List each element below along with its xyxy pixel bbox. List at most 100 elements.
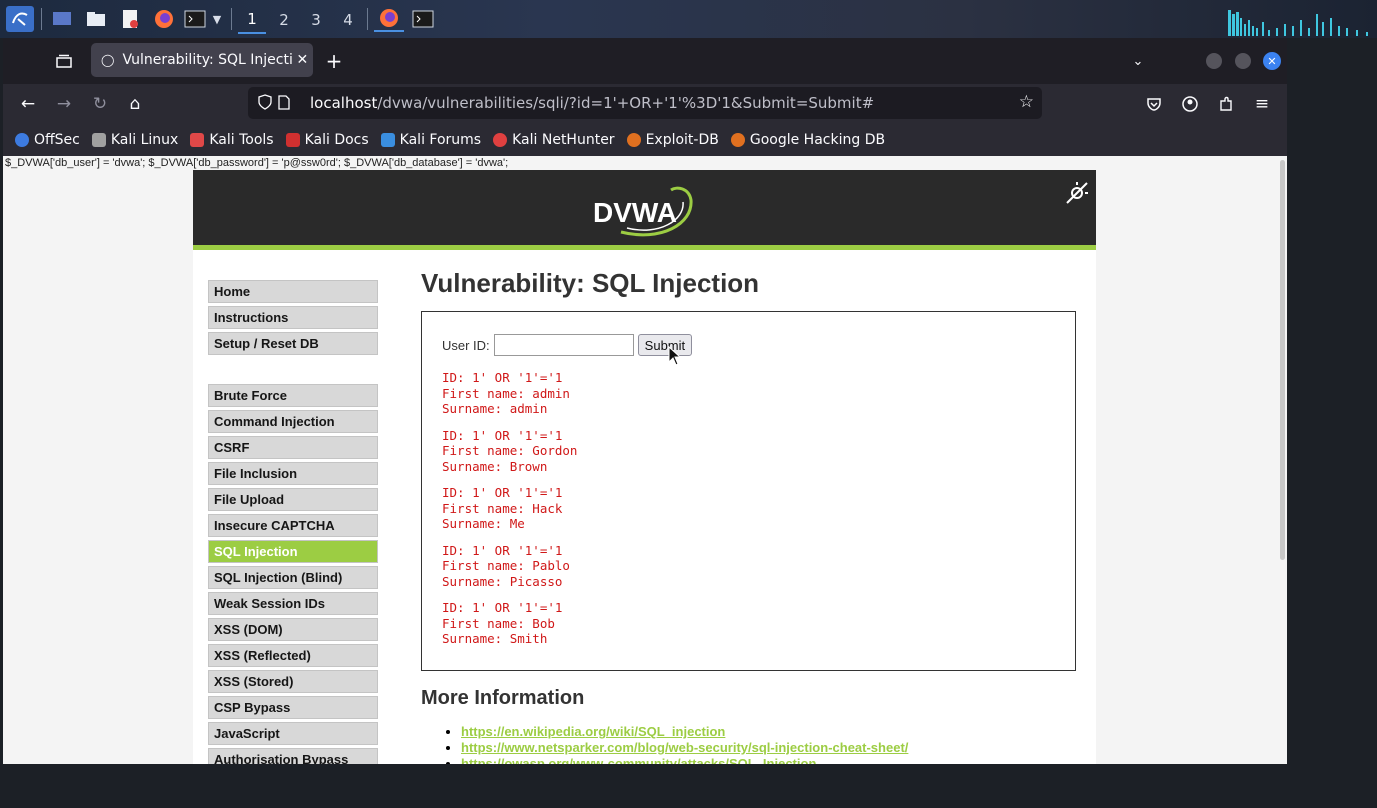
dvwa-container: DVWA Home Instructions Setup / Reset DB Bru… (193, 170, 1096, 764)
bookmark-star-icon[interactable]: ☆ (1019, 92, 1034, 112)
bookmark-kali-tools[interactable]: Kali Tools (190, 132, 274, 148)
mouse-cursor-icon (668, 346, 682, 366)
result-first: First name: Pablo (442, 558, 570, 573)
text-editor-icon[interactable] (118, 6, 142, 32)
close-tab-icon[interactable]: ✕ (296, 52, 308, 68)
kali-tools-icon (190, 133, 205, 147)
pocket-icon[interactable] (1141, 91, 1167, 117)
list-tabs-chevron-icon[interactable]: ⌄ (1125, 48, 1151, 74)
menu-item-file-inclusion[interactable]: File Inclusion (208, 462, 378, 485)
menu-item-brute-force[interactable]: Brute Force (208, 384, 378, 407)
firefox-icon[interactable] (152, 6, 176, 32)
menu-item-javascript[interactable]: JavaScript (208, 722, 378, 745)
menu-item-sql-injection[interactable]: SQL Injection (208, 540, 378, 563)
chevron-down-icon[interactable]: ▼ (209, 6, 225, 32)
bookmark-kali-forums[interactable]: Kali Forums (380, 132, 481, 148)
dvwa-menu: Home Instructions Setup / Reset DB Brute Fo… (208, 280, 380, 764)
taskbar: ▼ 1 2 3 4 (0, 0, 1377, 38)
vulnerable-code-area: User ID: Submit ID: 1' OR '1'='1 First na… (421, 311, 1076, 671)
forward-icon[interactable]: → (51, 91, 77, 117)
extensions-icon[interactable] (1213, 91, 1239, 117)
menu-item-sql-injection-blind[interactable]: SQL Injection (Blind) (208, 566, 378, 589)
menu-item-csrf[interactable]: CSRF (208, 436, 378, 459)
bookmark-kali-nethunter[interactable]: Kali NetHunter (493, 132, 615, 148)
result-surname: Surname: Picasso (442, 573, 563, 589)
terminal-icon[interactable] (182, 6, 208, 32)
theme-toggle-icon[interactable] (1064, 180, 1090, 212)
menu-icon[interactable]: ≡ (1249, 91, 1275, 117)
new-tab-icon[interactable]: + (321, 48, 347, 74)
menu-item-weak-session-ids[interactable]: Weak Session IDs (208, 592, 378, 615)
terminal-window-icon[interactable] (410, 6, 436, 32)
menu-item-xss-reflected[interactable]: XSS (Reflected) (208, 644, 378, 667)
bookmark-google-hacking-db[interactable]: Google Hacking DB (730, 132, 885, 148)
bookmark-kali-linux[interactable]: Kali Linux (91, 132, 178, 148)
workspace-3[interactable]: 3 (302, 6, 330, 34)
result-id: ID: 1' OR '1'='1 (442, 370, 563, 385)
taskbar-separator (231, 8, 232, 30)
more-info-item: https://owasp.org/www-community/attacks/… (461, 756, 1081, 764)
home-icon[interactable]: ⌂ (122, 91, 148, 117)
offsec-icon (15, 133, 29, 147)
workspace-4[interactable]: 4 (334, 6, 362, 34)
menu-item-authorisation-bypass[interactable]: Authorisation Bypass (208, 748, 378, 764)
nav-bar: ← → ↻ ⌂ localhost/dvwa/vulnerabilities/s… (3, 84, 1287, 124)
menu-item-insecure-captcha[interactable]: Insecure CAPTCHA (208, 514, 378, 537)
menu-item-instructions[interactable]: Instructions (208, 306, 378, 329)
workspace-1[interactable]: 1 (238, 6, 266, 34)
menu-item-xss-stored[interactable]: XSS (Stored) (208, 670, 378, 693)
more-info-link[interactable]: https://owasp.org/www-community/attacks/… (461, 756, 816, 764)
bookmark-offsec[interactable]: OffSec (15, 132, 80, 148)
result-record: ID: 1' OR '1'='1 First name: admin Surname… (442, 370, 1055, 417)
kali-forums-icon (380, 133, 395, 147)
result-surname: Surname: Smith (442, 631, 548, 646)
workspace-2[interactable]: 2 (270, 6, 298, 34)
menu-item-xss-dom[interactable]: XSS (DOM) (208, 618, 378, 641)
tab-sql-injection[interactable]: ◯ Vulnerability: SQL Injectio ✕ (91, 43, 313, 77)
more-info-title: More Information (421, 687, 585, 709)
shield-icon[interactable] (258, 94, 272, 114)
submit-button[interactable]: Submit (637, 334, 693, 356)
menu-item-csp-bypass[interactable]: CSP Bypass (208, 696, 378, 719)
close-window-icon[interactable]: ✕ (1263, 52, 1281, 70)
maximize-icon[interactable] (1235, 53, 1251, 69)
result-first: First name: Bob (442, 615, 555, 631)
loading-icon: ◯ (101, 53, 115, 67)
minimize-icon[interactable] (1206, 53, 1222, 69)
result-first: First name: Hack (442, 500, 563, 516)
file-manager-icon[interactable] (84, 6, 108, 32)
url-bar[interactable]: localhost/dvwa/vulnerabilities/sqli/?id=… (248, 87, 1042, 119)
back-icon[interactable]: ← (15, 91, 41, 117)
firefox-window-icon[interactable] (374, 6, 404, 32)
user-id-input[interactable] (493, 334, 634, 356)
page-title: Vulnerability: SQL Injection (421, 268, 760, 298)
result-surname: Surname: Me (442, 516, 525, 531)
result-first: First name: admin (442, 385, 570, 401)
result-record: ID: 1' OR '1'='1 First name: Gordon Surnam… (442, 428, 1055, 475)
bookmark-kali-docs[interactable]: Kali Docs (285, 132, 369, 148)
result-record: ID: 1' OR '1'='1 First name: Pablo Surname… (442, 543, 1055, 590)
reload-icon[interactable]: ↻ (87, 91, 113, 117)
dvwa-logo[interactable]: DVWA (591, 184, 701, 240)
bookmark-exploit-db[interactable]: Exploit-DB (626, 132, 719, 148)
more-info-link[interactable]: https://www.netsparker.com/blog/web-secu… (461, 740, 908, 755)
result-id: ID: 1' OR '1'='1 (442, 485, 563, 500)
cpu-graph-icon (1228, 10, 1368, 36)
menu-item-file-upload[interactable]: File Upload (208, 488, 378, 511)
kali-nethunter-icon (493, 133, 508, 147)
kali-menu-icon[interactable] (6, 6, 34, 32)
desktop-icon[interactable] (50, 6, 74, 32)
user-id-label: User ID: (442, 337, 490, 353)
menu-item-setup-reset-db[interactable]: Setup / Reset DB (208, 332, 378, 355)
result-record: ID: 1' OR '1'='1 First name: Bob Surname: … (442, 600, 1055, 647)
page-scrollbar[interactable] (1280, 160, 1285, 560)
menu-item-command-injection[interactable]: Command Injection (208, 410, 378, 433)
more-info-link[interactable]: https://en.wikipedia.org/wiki/SQL_inject… (461, 724, 725, 739)
bookmarks-bar: OffSec Kali Linux Kali Tools Kali Docs K… (3, 124, 1287, 156)
page-info-icon[interactable] (278, 95, 290, 114)
menu-item-home[interactable]: Home (208, 280, 378, 303)
account-icon[interactable] (1177, 91, 1203, 117)
user-id-form: User ID: Submit (442, 334, 1055, 356)
tab-list-icon[interactable] (51, 48, 77, 74)
result-first: First name: Gordon (442, 443, 578, 458)
